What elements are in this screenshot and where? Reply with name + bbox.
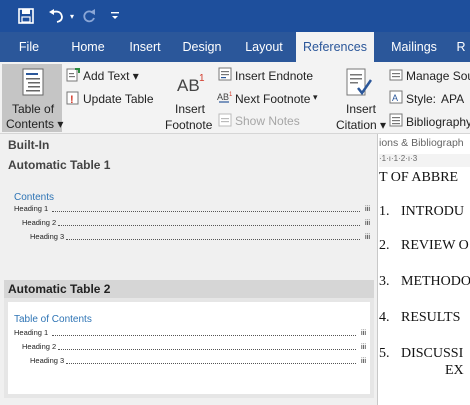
customize-qat-icon[interactable] (108, 0, 122, 32)
show-notes-button[interactable]: Show Notes (235, 114, 300, 128)
ribbon-tabs: File Home Insert Design Layout Reference… (0, 32, 470, 62)
svg-text:1: 1 (229, 92, 233, 98)
document-line: DISCUSSI (401, 346, 464, 361)
add-text-icon (66, 68, 80, 85)
table-of-contents-button[interactable]: Table of Contents ▾ (2, 64, 64, 132)
citation-icon (346, 68, 373, 101)
ribbon-group-label: ions & Bibliograph (379, 137, 464, 149)
toc-preview-entry: Heading 3 iii (30, 356, 366, 365)
next-footnote-button[interactable]: Next Footnote (235, 92, 310, 106)
list-number: 3. (379, 274, 390, 289)
ribbon-references: Table of Contents ▾ Add Text ▾ ! Update … (0, 62, 470, 134)
tab-insert[interactable]: Insert (120, 32, 170, 62)
table-of-contents-icon (22, 68, 44, 99)
insert-endnote-button[interactable]: Insert Endnote (235, 69, 313, 83)
insert-citation-line2: Citation ▾ (336, 118, 387, 132)
manage-sources-button[interactable]: Manage Sou (406, 69, 470, 83)
show-notes-icon (218, 113, 232, 130)
gallery-item-automatic-table-2[interactable]: Automatic Table 2 Table of Contents Head… (4, 280, 374, 398)
style-icon: A (389, 90, 403, 107)
list-number: 4. (379, 310, 390, 325)
style-label: Style: (406, 92, 437, 106)
tab-review[interactable]: R (452, 32, 470, 62)
insert-footnote-line1: Insert (175, 102, 206, 116)
manage-sources-icon (389, 68, 403, 85)
toc-gallery: Built-In Automatic Table 1 Contents Head… (0, 134, 378, 405)
svg-text:AB: AB (217, 92, 229, 102)
document-line: REVIEW O (401, 238, 469, 253)
document-area[interactable]: ions & Bibliograph ·1·ı·1·2·ı·3 T OF ABB… (379, 134, 470, 405)
list-number: 2. (379, 238, 390, 253)
bibliography-button[interactable]: Bibliography (406, 115, 470, 129)
tab-home[interactable]: Home (60, 32, 116, 62)
tab-design[interactable]: Design (176, 32, 228, 62)
svg-text:!: ! (70, 94, 74, 105)
document-line: METHODO (401, 274, 470, 289)
tab-file[interactable]: File (8, 32, 50, 62)
list-number: 5. (379, 346, 390, 361)
document-line: RESULTS (401, 310, 461, 325)
footnote-icon: AB 1 (177, 72, 205, 97)
insert-footnote-line2: Footnote (165, 118, 213, 132)
horizontal-ruler: ·1·ı·1·2·ı·3 (379, 154, 470, 167)
gallery-item-automatic-table-1[interactable]: Automatic Table 1 Contents Heading 1 iii … (4, 152, 374, 268)
insert-citation-line1: Insert (346, 102, 377, 116)
gallery-header: Built-In (8, 138, 50, 152)
tab-references[interactable]: References (296, 32, 374, 62)
toc-preview-entry: Heading 3 iii (30, 232, 370, 241)
toc-preview-title: Table of Contents (14, 314, 92, 325)
list-number: 1. (379, 204, 390, 219)
update-table-button[interactable]: Update Table (83, 92, 154, 106)
next-footnote-icon: AB 1 (217, 90, 233, 107)
add-text-button[interactable]: Add Text ▾ (83, 69, 139, 83)
tab-mailings[interactable]: Mailings (382, 32, 446, 62)
svg-text:1: 1 (199, 73, 205, 84)
toc-preview-entry: Heading 2 iii (22, 342, 366, 351)
tab-layout[interactable]: Layout (236, 32, 292, 62)
insert-footnote-button[interactable]: AB 1 Insert Footnote (162, 70, 216, 132)
title-bar: ▾ (0, 0, 470, 32)
toc-preview-entry: Heading 1 iii (14, 328, 366, 337)
style-select[interactable]: APA (441, 92, 464, 106)
undo-dropdown-icon[interactable]: ▾ (67, 0, 77, 32)
undo-icon[interactable] (46, 0, 68, 32)
update-table-icon: ! (66, 91, 80, 108)
insert-citation-button[interactable]: Insert Citation ▾ (330, 66, 386, 132)
insert-endnote-icon (218, 67, 232, 84)
document-line: T OF ABBRE (379, 170, 459, 185)
toc-label-line2: Contents ▾ (6, 117, 64, 131)
document-line: EX (445, 363, 464, 378)
bibliography-icon (389, 113, 403, 130)
gallery-item-title: Automatic Table 2 (8, 282, 111, 296)
toc-preview-title: Contents (14, 192, 55, 203)
gallery-item-title: Automatic Table 1 (8, 158, 111, 172)
svg-text:AB: AB (177, 76, 200, 94)
next-footnote-dropdown[interactable]: ▾ (313, 92, 318, 103)
redo-icon[interactable] (80, 0, 98, 32)
toc-label-line1: Table of (12, 102, 55, 116)
svg-text:A: A (392, 93, 398, 103)
toc-preview-entry: Heading 2 iii (22, 218, 370, 227)
save-icon[interactable] (14, 0, 38, 32)
document-line: INTRODU (401, 204, 464, 219)
toc-preview-card: Table of Contents Heading 1 iii Heading 2… (8, 302, 370, 394)
toc-preview-entry: Heading 1 iii (14, 204, 370, 213)
